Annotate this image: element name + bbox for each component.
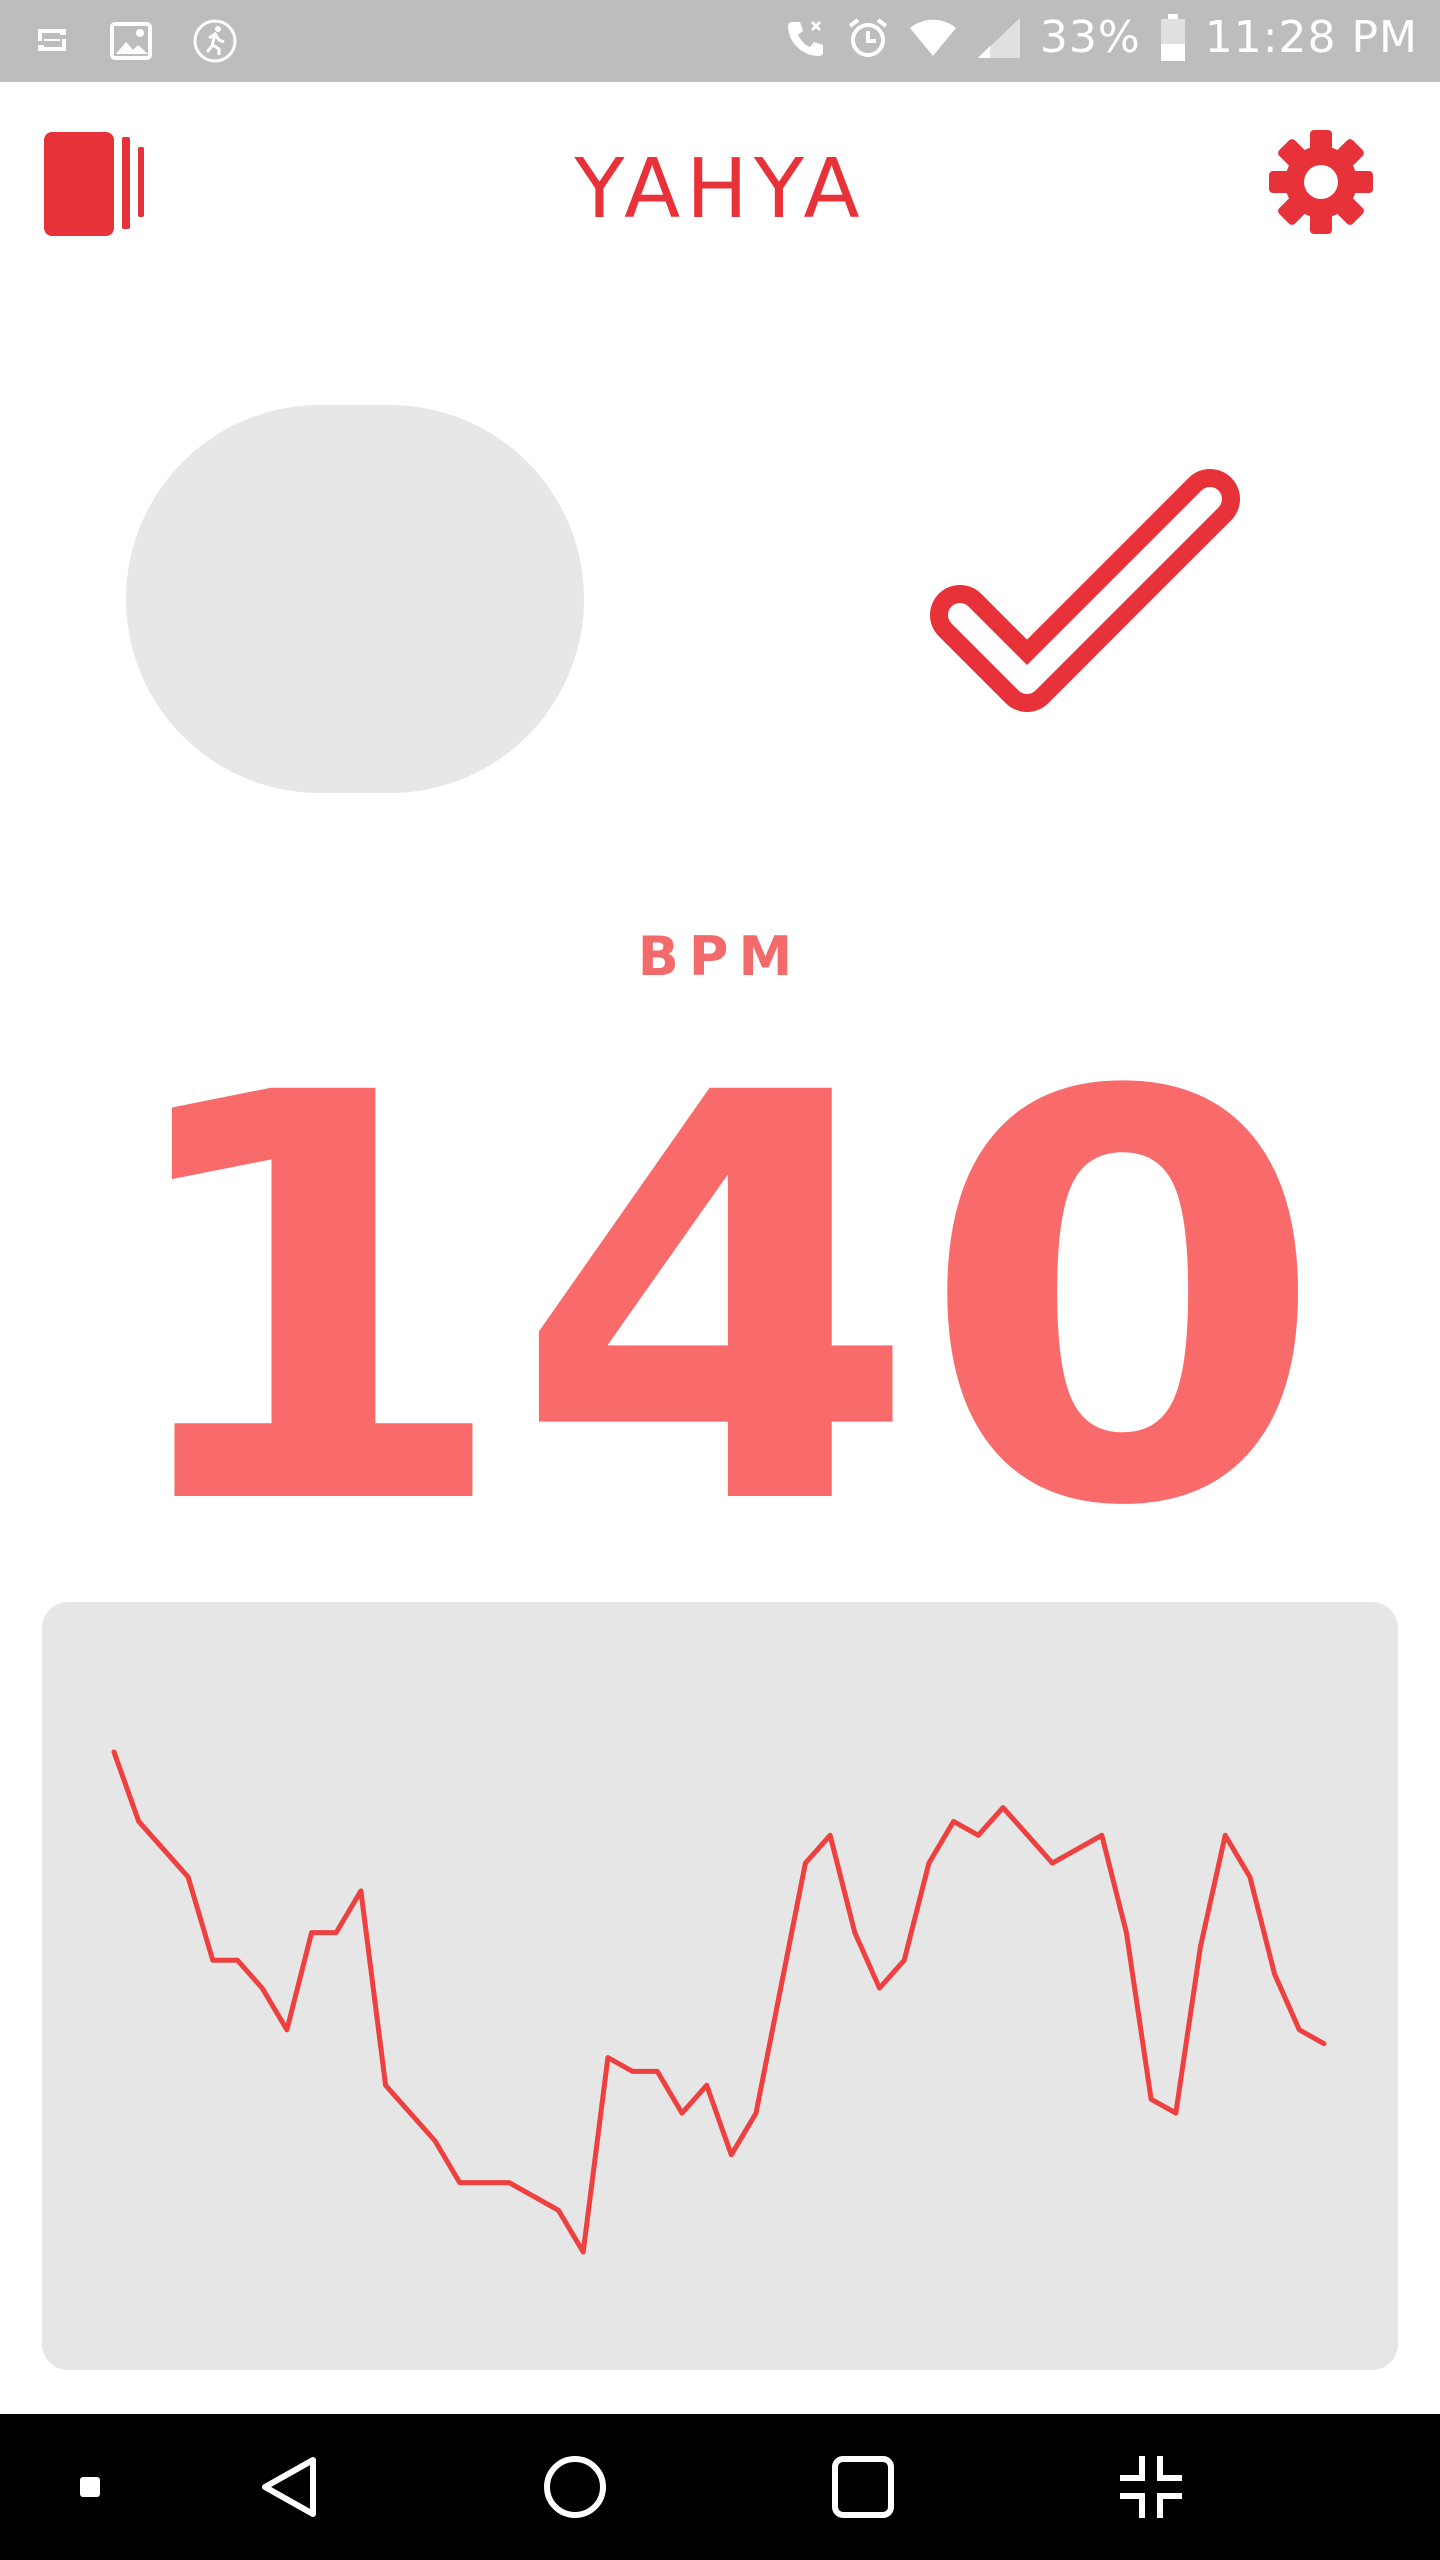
back-button[interactable] bbox=[255, 2452, 325, 2522]
recents-icon bbox=[832, 2456, 894, 2518]
sensor-indicator bbox=[126, 405, 584, 793]
svg-text:140: 140 bbox=[106, 1048, 1326, 1508]
battery-icon bbox=[1159, 13, 1187, 62]
page-title: YAHYA bbox=[574, 142, 866, 237]
bpm-value: 140 bbox=[106, 1048, 1326, 1508]
running-icon bbox=[192, 18, 238, 64]
collapse-icon bbox=[1120, 2456, 1182, 2518]
checkmark-icon bbox=[930, 469, 1240, 712]
bpm-label: BPM bbox=[637, 925, 803, 988]
battery-percent: 33% bbox=[1039, 12, 1141, 63]
home-button[interactable] bbox=[540, 2452, 610, 2522]
status-time: 11:28 PM bbox=[1204, 12, 1418, 63]
back-icon bbox=[262, 2457, 316, 2517]
call-icon bbox=[784, 16, 828, 60]
menu-dot-button[interactable] bbox=[55, 2452, 125, 2522]
recents-button[interactable] bbox=[828, 2452, 898, 2522]
signal-icon bbox=[976, 16, 1022, 60]
settings-button[interactable] bbox=[1266, 127, 1376, 237]
status-bar: 33% 11:28 PM bbox=[0, 0, 1440, 82]
menu-dot-icon bbox=[80, 2477, 100, 2497]
image-icon bbox=[110, 22, 152, 60]
wifi-icon bbox=[908, 18, 958, 58]
heart-rate-chart bbox=[42, 1602, 1398, 2370]
collapse-button[interactable] bbox=[1116, 2452, 1186, 2522]
app-header: YAHYA bbox=[0, 82, 1440, 282]
chart-series-line bbox=[111, 1749, 1327, 2255]
cast-icon bbox=[34, 23, 70, 59]
system-nav-bar bbox=[0, 2414, 1440, 2560]
home-icon bbox=[544, 2456, 606, 2518]
gear-icon bbox=[1269, 130, 1373, 234]
alarm-icon bbox=[846, 16, 890, 60]
